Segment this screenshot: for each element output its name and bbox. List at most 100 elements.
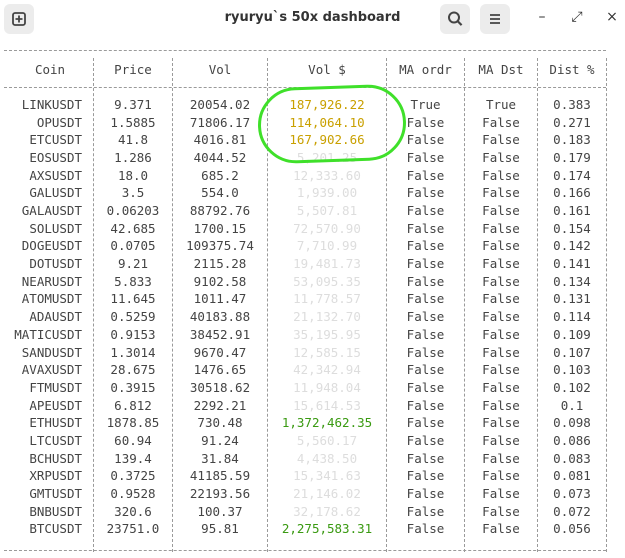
price-cell: 6.812 xyxy=(114,397,152,413)
ma-dst-cell: False xyxy=(482,220,520,236)
dist-cell: 0.098 xyxy=(553,415,591,431)
ma-ordr-cell: False xyxy=(406,326,445,342)
table-row: SANDUSDT 1.3014 9670.47 12,585.15 False False… xyxy=(0,345,625,363)
column-header-price: Price xyxy=(114,62,152,77)
table-row: ATOMUSDT 11.645 1011.47 11,778.57 False False… xyxy=(0,291,625,309)
hamburger-menu-icon xyxy=(490,14,500,24)
table-row: DOGEUSDT 0.0705 109375.74 7,710.99 False Fals… xyxy=(0,238,625,256)
table-row: GMTUSDT 0.9528 22193.56 21,146.02 False False… xyxy=(0,486,625,504)
vol-cell: 1476.65 xyxy=(193,362,247,378)
price-cell: 60.94 xyxy=(114,432,152,448)
vol-usd-cell: 53,095.35 xyxy=(293,273,361,289)
vol-usd-cell: 4,438.50 xyxy=(296,450,358,466)
table-row: MATICUSDT 0.9153 38452.91 35,195.95 False Fal… xyxy=(0,327,625,345)
coin-cell: SANDUSDT xyxy=(21,344,82,360)
vol-usd-cell: 5,507.81 xyxy=(296,203,358,219)
ma-dst-cell: False xyxy=(482,132,520,148)
vol-cell: 38452.91 xyxy=(189,326,251,342)
dist-cell: 0.142 xyxy=(553,238,591,254)
dist-cell: 0.072 xyxy=(553,503,591,519)
ma-ordr-cell: False xyxy=(406,273,445,289)
dist-cell: 0.174 xyxy=(553,167,591,183)
price-cell: 1878.85 xyxy=(106,415,160,431)
table-row: GALUSDT 3.5 554.0 1,939.00 False False 0.166 xyxy=(0,185,625,203)
coin-cell: ATOMUSDT xyxy=(21,291,82,307)
menu-button[interactable] xyxy=(480,4,510,34)
ma-ordr-cell: False xyxy=(406,485,445,501)
table-row: APEUSDT 6.812 2292.21 15,614.53 False False 0.… xyxy=(0,398,625,416)
ma-ordr-cell: False xyxy=(406,450,445,466)
ma-dst-cell: False xyxy=(482,432,520,448)
dist-cell: 0.073 xyxy=(553,485,591,501)
ma-dst-cell: False xyxy=(482,238,520,254)
price-cell: 1.5885 xyxy=(110,114,156,130)
column-header-ma-dst: MA Dst xyxy=(478,62,524,77)
ma-dst-cell: False xyxy=(482,415,520,431)
coin-cell: BTCUSDT xyxy=(29,521,82,537)
price-cell: 0.9153 xyxy=(110,326,156,342)
hand-drawn-selection-circle xyxy=(256,83,408,165)
price-cell: 0.06203 xyxy=(106,203,160,219)
ma-dst-cell: False xyxy=(482,468,520,484)
ma-ordr-cell: False xyxy=(406,256,445,272)
ma-ordr-cell: False xyxy=(406,503,445,519)
coin-cell: LINKUSDT xyxy=(21,97,82,112)
vol-cell: 9670.47 xyxy=(193,344,247,360)
dist-cell: 0.134 xyxy=(553,273,591,289)
table-row: DOTUSDT 9.21 2115.28 19,481.73 False False 0.1… xyxy=(0,256,625,274)
title-bar: ryuryu`s 50x dashboard – ⤢ × xyxy=(0,0,625,36)
column-header-vol: Vol xyxy=(208,62,232,77)
ma-ordr-cell: False xyxy=(406,291,445,307)
vol-usd-cell: 19,481.73 xyxy=(293,256,361,272)
vol-usd-cell: 35,195.95 xyxy=(293,326,361,342)
vol-usd-cell: 1,372,462.35 xyxy=(281,415,373,431)
ma-ordr-cell: False xyxy=(406,309,445,325)
vol-usd-cell: 15,614.53 xyxy=(293,397,361,413)
dist-cell: 0.154 xyxy=(553,220,591,236)
dist-cell: 0.114 xyxy=(553,309,591,325)
dist-cell: 0.081 xyxy=(553,468,591,484)
table-row: BTCUSDT 23751.0 95.81 2,275,583.31 False Fals… xyxy=(0,521,625,539)
dist-cell: 0.141 xyxy=(553,256,591,272)
column-header-ma-ordr: MA ordr xyxy=(399,62,452,77)
vol-cell: 730.48 xyxy=(197,415,243,431)
search-button[interactable] xyxy=(440,4,470,34)
coin-cell: FTMUSDT xyxy=(29,379,82,395)
minimize-button[interactable]: – xyxy=(533,9,551,25)
table-row: NEARUSDT 5.833 9102.58 53,095.35 False False 0… xyxy=(0,274,625,292)
coin-cell: NEARUSDT xyxy=(21,273,82,289)
dist-cell: 0.166 xyxy=(553,185,591,201)
close-button[interactable]: × xyxy=(603,9,621,25)
table-row: XRPUSDT 0.3725 41185.59 15,341.63 False False… xyxy=(0,468,625,486)
vol-cell: 109375.74 xyxy=(186,238,254,254)
vol-cell: 2115.28 xyxy=(193,256,247,272)
dist-cell: 0.103 xyxy=(553,362,591,378)
price-cell: 41.8 xyxy=(117,132,149,148)
ma-ordr-cell: False xyxy=(406,379,445,395)
vol-cell: 95.81 xyxy=(201,521,239,537)
ma-dst-cell: False xyxy=(482,150,520,166)
ma-dst-cell: False xyxy=(482,503,520,519)
column-header-coin: Coin xyxy=(34,62,66,77)
table-row: ETHUSDT 1878.85 730.48 1,372,462.35 False Fal… xyxy=(0,415,625,433)
vol-cell: 88792.76 xyxy=(189,203,251,219)
ma-ordr-cell: False xyxy=(406,362,445,378)
vol-usd-cell: 12,585.15 xyxy=(293,344,361,360)
ma-ordr-cell: False xyxy=(406,167,445,183)
vol-cell: 41185.59 xyxy=(189,468,251,484)
price-cell: 0.3725 xyxy=(110,468,156,484)
coin-cell: EOSUSDT xyxy=(29,150,82,166)
coin-cell: LTCUSDT xyxy=(29,432,82,448)
maximize-button[interactable]: ⤢ xyxy=(568,9,586,25)
vol-cell: 31.84 xyxy=(201,450,239,466)
price-cell: 139.4 xyxy=(114,450,152,466)
vol-cell: 1700.15 xyxy=(193,220,247,236)
table-row: FTMUSDT 0.3915 30518.62 11,948.04 False False… xyxy=(0,380,625,398)
vol-cell: 20054.02 xyxy=(189,97,251,112)
coin-cell: XRPUSDT xyxy=(29,468,82,484)
dist-cell: 0.109 xyxy=(553,326,591,342)
vol-cell: 2292.21 xyxy=(193,397,247,413)
ma-dst-cell: False xyxy=(482,273,520,289)
dist-cell: 0.271 xyxy=(553,114,591,130)
coin-cell: BCHUSDT xyxy=(29,450,82,466)
